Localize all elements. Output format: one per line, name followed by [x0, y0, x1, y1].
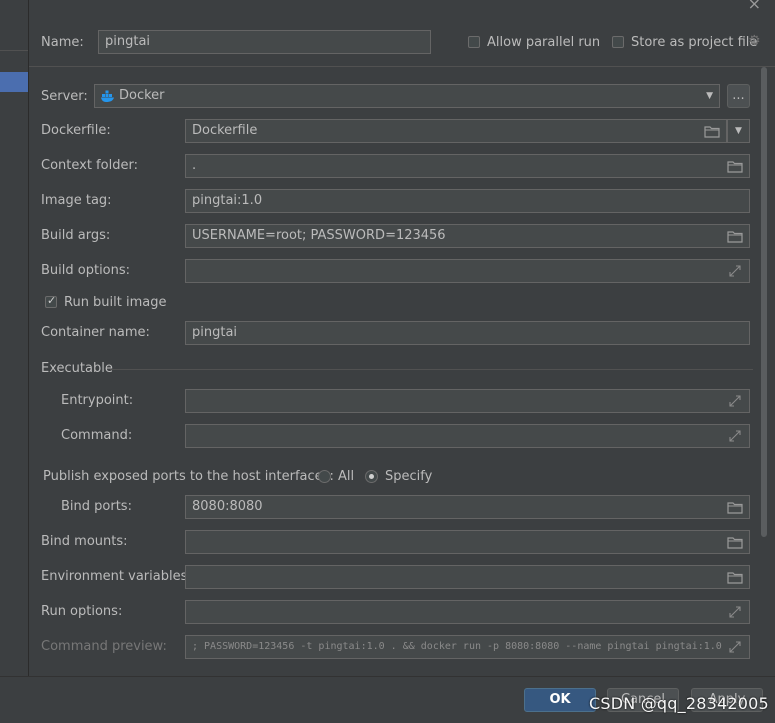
- run-built-image-checkbox[interactable]: [45, 294, 57, 308]
- image-tag-input[interactable]: pingtai:1.0: [185, 189, 750, 213]
- close-icon[interactable]: ×: [748, 0, 761, 13]
- bind-mounts-label: Bind mounts:: [41, 534, 128, 549]
- folder-icon[interactable]: [727, 535, 743, 549]
- header-divider: [29, 66, 775, 67]
- allow-parallel-run-label: Allow parallel run: [487, 35, 601, 50]
- dockerfile-label: Dockerfile:: [41, 123, 111, 138]
- context-folder-input[interactable]: .: [185, 154, 750, 178]
- server-value: Docker: [119, 88, 165, 103]
- docker-icon: [101, 90, 114, 102]
- server-label: Server:: [41, 89, 88, 104]
- ok-button[interactable]: OK: [524, 688, 596, 712]
- dockerfile-value: Dockerfile: [192, 123, 258, 138]
- context-folder-value: .: [192, 158, 197, 173]
- name-label: Name:: [41, 35, 84, 50]
- dockerfile-dropdown[interactable]: ▼: [727, 119, 750, 143]
- store-as-project-file-label: Store as project file: [631, 35, 758, 50]
- footer-divider: [0, 676, 775, 677]
- bind-ports-input[interactable]: 8080:8080: [185, 495, 750, 519]
- run-options-label: Run options:: [41, 604, 123, 619]
- gear-icon[interactable]: ⚙: [748, 33, 761, 49]
- executable-section-label: Executable: [41, 361, 113, 376]
- bind-ports-label: Bind ports:: [61, 499, 132, 514]
- folder-icon[interactable]: [704, 124, 720, 138]
- expand-icon[interactable]: [727, 640, 743, 654]
- container-name-label: Container name:: [41, 325, 150, 340]
- publish-specify-label: Specify: [385, 469, 433, 484]
- run-options-input[interactable]: [185, 600, 750, 624]
- tree-divider: [0, 50, 28, 51]
- server-more-button[interactable]: ...: [727, 84, 750, 108]
- configurations-tree-panel: [0, 0, 29, 676]
- build-options-input[interactable]: [185, 259, 750, 283]
- expand-icon[interactable]: [727, 394, 743, 408]
- build-args-value: USERNAME=root; PASSWORD=123456: [192, 228, 446, 243]
- publish-all-radio[interactable]: [318, 470, 331, 483]
- command-preview-label: Command preview:: [41, 639, 167, 654]
- folder-icon[interactable]: [727, 570, 743, 584]
- expand-icon[interactable]: [727, 605, 743, 619]
- build-args-input[interactable]: USERNAME=root; PASSWORD=123456: [185, 224, 750, 248]
- build-args-label: Build args:: [41, 228, 111, 243]
- dockerfile-input[interactable]: Dockerfile: [185, 119, 727, 143]
- scrollbar-thumb[interactable]: [761, 67, 767, 537]
- server-select[interactable]: Docker ▼: [94, 84, 720, 108]
- expand-icon[interactable]: [727, 264, 743, 278]
- store-as-project-file-checkbox[interactable]: [612, 36, 624, 48]
- bind-ports-value: 8080:8080: [192, 499, 263, 514]
- folder-icon[interactable]: [727, 500, 743, 514]
- command-label: Command:: [61, 428, 133, 443]
- publish-specify-radio[interactable]: [365, 470, 378, 483]
- chevron-down-icon: ▼: [706, 91, 713, 101]
- entrypoint-input[interactable]: [185, 389, 750, 413]
- publish-all-label: All: [338, 469, 355, 484]
- executable-divider: [110, 369, 753, 370]
- run-built-image-label: Run built image: [64, 295, 167, 310]
- expand-icon[interactable]: [727, 429, 743, 443]
- command-preview-field[interactable]: ; PASSWORD=123456 -t pingtai:1.0 . && do…: [185, 635, 750, 659]
- env-vars-label: Environment variables:: [41, 569, 192, 584]
- build-options-label: Build options:: [41, 263, 131, 278]
- chevron-down-icon: ▼: [735, 126, 742, 136]
- folder-icon[interactable]: [727, 159, 743, 173]
- watermark-text: CSDN @qq_28342005: [589, 694, 769, 713]
- env-vars-input[interactable]: [185, 565, 750, 589]
- command-input[interactable]: [185, 424, 750, 448]
- tree-selected-item[interactable]: [0, 72, 28, 92]
- entrypoint-label: Entrypoint:: [61, 393, 134, 408]
- image-tag-label: Image tag:: [41, 193, 112, 208]
- publish-ports-label: Publish exposed ports to the host interf…: [43, 469, 334, 484]
- container-name-input[interactable]: pingtai: [185, 321, 750, 345]
- folder-icon[interactable]: [727, 229, 743, 243]
- allow-parallel-run-checkbox[interactable]: [468, 36, 480, 48]
- name-input[interactable]: pingtai: [98, 30, 431, 54]
- context-folder-label: Context folder:: [41, 158, 138, 173]
- command-preview-value: ; PASSWORD=123456 -t pingtai:1.0 . && do…: [192, 641, 722, 652]
- bind-mounts-input[interactable]: [185, 530, 750, 554]
